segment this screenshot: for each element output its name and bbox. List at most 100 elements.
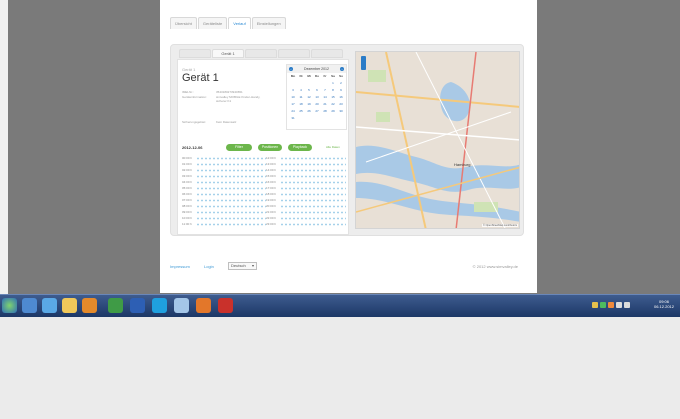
calendar-day[interactable]: 10 bbox=[289, 95, 297, 100]
hour-label: 13:00 h bbox=[266, 162, 277, 166]
tab-history[interactable]: Verlauf bbox=[228, 17, 251, 29]
minute-dots[interactable] bbox=[196, 211, 266, 214]
calendar-day[interactable]: 9 bbox=[337, 88, 345, 93]
tray-icon-3[interactable] bbox=[608, 302, 614, 308]
calendar-day bbox=[305, 116, 313, 121]
minute-dots[interactable] bbox=[196, 157, 266, 160]
calendar-day[interactable]: 23 bbox=[337, 102, 345, 107]
tab-settings[interactable]: Einstellungen bbox=[251, 17, 286, 29]
word-icon[interactable] bbox=[130, 298, 145, 313]
minute-dots[interactable] bbox=[196, 205, 266, 208]
calendar-day[interactable]: 31 bbox=[289, 116, 297, 121]
show-desktop-icon[interactable] bbox=[22, 298, 37, 313]
map-attribution[interactable]: © OpenStreetMap contributors bbox=[482, 224, 518, 227]
calendar-day[interactable]: 22 bbox=[329, 102, 337, 107]
minute-dots[interactable] bbox=[196, 163, 266, 166]
language-select[interactable]: Deutsch ▾ bbox=[228, 262, 257, 270]
minute-dots[interactable] bbox=[280, 223, 346, 226]
windows-taskbar: 09:06 06.12.2012 bbox=[0, 294, 680, 317]
network-icon[interactable] bbox=[616, 302, 622, 308]
minute-dots[interactable] bbox=[280, 205, 346, 208]
minute-dots[interactable] bbox=[280, 217, 346, 220]
start-button-icon[interactable] bbox=[2, 298, 17, 313]
calendar-day[interactable]: 4 bbox=[297, 88, 305, 93]
calendar-day[interactable]: 6 bbox=[313, 88, 321, 93]
calendar-weekday: Fr bbox=[323, 74, 327, 78]
minute-dots[interactable] bbox=[196, 175, 266, 178]
calendar-day[interactable]: 11 bbox=[297, 95, 305, 100]
file-explorer-icon[interactable] bbox=[62, 298, 77, 313]
calendar-day[interactable]: 16 bbox=[337, 95, 345, 100]
excel-icon[interactable] bbox=[108, 298, 123, 313]
clock[interactable]: 09:06 06.12.2012 bbox=[654, 299, 674, 309]
positions-button[interactable]: Positionen bbox=[258, 144, 282, 151]
device-info-label: Geräteinformation: bbox=[182, 95, 207, 99]
calendar-day[interactable]: 14 bbox=[321, 95, 329, 100]
calendar-day[interactable]: 3 bbox=[289, 88, 297, 93]
device-tab-1[interactable]: Gerät 1 bbox=[212, 49, 244, 58]
calendar-day[interactable]: 7 bbox=[321, 88, 329, 93]
calendar-day[interactable]: 30 bbox=[337, 109, 345, 114]
minute-dots[interactable] bbox=[280, 163, 346, 166]
minute-dots[interactable] bbox=[280, 169, 346, 172]
all-data-link[interactable]: Alle Daten bbox=[326, 145, 340, 149]
calendar-prev-button[interactable]: ‹ bbox=[289, 67, 293, 71]
calendar-next-button[interactable]: › bbox=[340, 67, 344, 71]
calendar-day[interactable]: 20 bbox=[313, 102, 321, 107]
minute-dots[interactable] bbox=[280, 193, 346, 196]
location-map[interactable]: Hamburg © OpenStreetMap contributors bbox=[355, 51, 520, 229]
hour-label: 09:00 h bbox=[182, 210, 193, 214]
snipping-tool-icon[interactable] bbox=[174, 298, 189, 313]
firefox-icon[interactable] bbox=[196, 298, 211, 313]
calendar-day[interactable]: 26 bbox=[305, 109, 313, 114]
calendar-day[interactable]: 19 bbox=[305, 102, 313, 107]
minute-dots[interactable] bbox=[196, 169, 266, 172]
media-player-icon[interactable] bbox=[82, 298, 97, 313]
calendar-day[interactable]: 17 bbox=[289, 102, 297, 107]
calendar-weekday: Sa bbox=[331, 74, 335, 78]
filter-button[interactable]: Filter bbox=[226, 144, 252, 151]
calendar-day[interactable]: 29 bbox=[329, 109, 337, 114]
minute-dots[interactable] bbox=[196, 181, 266, 184]
minute-dots[interactable] bbox=[280, 199, 346, 202]
tab-device-list[interactable]: Geräteliste bbox=[197, 17, 228, 29]
calendar-day[interactable]: 25 bbox=[297, 109, 305, 114]
calendar-day[interactable]: 8 bbox=[329, 88, 337, 93]
volume-icon[interactable] bbox=[624, 302, 630, 308]
calendar-day[interactable]: 18 bbox=[297, 102, 305, 107]
calendar-day[interactable]: 13 bbox=[313, 95, 321, 100]
minute-dots[interactable] bbox=[196, 199, 266, 202]
minute-dots[interactable] bbox=[280, 157, 346, 160]
skype-icon[interactable] bbox=[152, 298, 167, 313]
date-picker[interactable]: ‹ Dezember 2012 › Mo Di Mi Do Fr Sa So 1 2 3 4 5 6 7 8… bbox=[286, 64, 347, 130]
calendar-day[interactable]: 2 bbox=[337, 81, 345, 86]
calendar-day bbox=[297, 81, 305, 86]
device-tabs: Gerät 1 bbox=[179, 49, 343, 58]
impressum-link[interactable]: Impressum bbox=[170, 264, 190, 269]
minute-dots[interactable] bbox=[280, 187, 346, 190]
calendar-day[interactable]: 1 bbox=[329, 81, 337, 86]
minute-dots[interactable] bbox=[196, 193, 266, 196]
minute-dots[interactable] bbox=[196, 187, 266, 190]
tab-overview[interactable]: Übersicht bbox=[170, 17, 197, 29]
minute-dots[interactable] bbox=[280, 181, 346, 184]
internet-explorer-icon[interactable] bbox=[42, 298, 57, 313]
map-zoom-control[interactable] bbox=[361, 56, 366, 70]
calendar-day[interactable]: 5 bbox=[305, 88, 313, 93]
calendar-day[interactable]: 12 bbox=[305, 95, 313, 100]
minute-dots[interactable] bbox=[280, 211, 346, 214]
playback-button[interactable]: Playback bbox=[288, 144, 312, 151]
login-link[interactable]: Login bbox=[204, 264, 214, 269]
minute-dots[interactable] bbox=[196, 223, 266, 226]
calendar-day[interactable]: 24 bbox=[289, 109, 297, 114]
calendar-day[interactable]: 21 bbox=[321, 102, 329, 107]
minute-dots[interactable] bbox=[280, 175, 346, 178]
calendar-day[interactable]: 28 bbox=[321, 109, 329, 114]
tray-icon-1[interactable] bbox=[592, 302, 598, 308]
calendar-day[interactable]: 15 bbox=[329, 95, 337, 100]
tray-icon-2[interactable] bbox=[600, 302, 606, 308]
hour-label: 19:00 h bbox=[266, 198, 277, 202]
acrobat-icon[interactable] bbox=[218, 298, 233, 313]
minute-dots[interactable] bbox=[196, 217, 266, 220]
calendar-day[interactable]: 27 bbox=[313, 109, 321, 114]
